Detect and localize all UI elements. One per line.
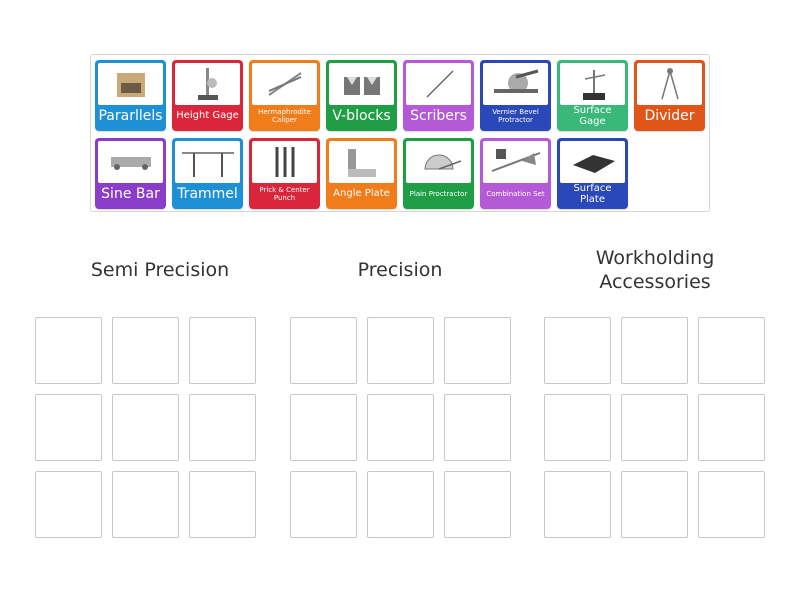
drop-slot-group-3[interactable] [544, 317, 611, 384]
card-surface-gage[interactable]: Surface Gage [557, 60, 628, 131]
drop-slot-group-3[interactable] [544, 394, 611, 461]
card-prick-center-punch[interactable]: Prick & Center Punch [249, 138, 320, 209]
drop-slot-group-2[interactable] [290, 317, 357, 384]
drop-slot-group-2[interactable] [444, 394, 511, 461]
card-label: Sine Bar [101, 186, 160, 203]
drop-slot-group-2[interactable] [444, 317, 511, 384]
angle-plate-image [329, 141, 394, 183]
scribers-image [406, 63, 471, 105]
card-trammel[interactable]: Trammel [172, 138, 243, 209]
drop-slot-group-1[interactable] [112, 317, 179, 384]
card-surface-plate[interactable]: Surface Plate [557, 138, 628, 209]
drop-slot-group-3[interactable] [698, 317, 765, 384]
card-plain-protractor[interactable]: Plain Proctractor [403, 138, 474, 209]
parallels-image [98, 63, 163, 105]
hermaphrodite-caliper-image [252, 63, 317, 105]
card-label: Surface Gage [573, 105, 612, 127]
card-label: Vernier Bevel Protractor [492, 108, 539, 124]
drop-slot-group-3[interactable] [621, 317, 688, 384]
drop-slot-group-3[interactable] [621, 394, 688, 461]
card-combination-set[interactable]: Combination Set [480, 138, 551, 209]
drop-slot-group-2[interactable] [444, 471, 511, 538]
card-label: Scribers [410, 108, 467, 125]
drop-slot-group-3[interactable] [698, 471, 765, 538]
card-v-blocks[interactable]: V-blocks [326, 60, 397, 131]
drop-slot-group-2[interactable] [367, 471, 434, 538]
card-sine-bar[interactable]: Sine Bar [95, 138, 166, 209]
card-scribers[interactable]: Scribers [403, 60, 474, 131]
card-parallels[interactable]: Pararllels [95, 60, 166, 131]
drop-slot-group-1[interactable] [35, 394, 102, 461]
drop-slot-group-1[interactable] [189, 394, 256, 461]
plain-protractor-image [406, 141, 471, 183]
divider-image [637, 63, 702, 105]
card-label: Trammel [177, 186, 238, 203]
prick-center-punch-image [252, 141, 317, 183]
card-divider[interactable]: Divider [634, 60, 705, 131]
card-label: Pararllels [98, 108, 163, 125]
drop-slot-group-3[interactable] [698, 394, 765, 461]
drop-slot-group-1[interactable] [112, 394, 179, 461]
drop-slot-group-1[interactable] [189, 317, 256, 384]
card-label: V-blocks [332, 108, 391, 125]
drop-slot-group-3[interactable] [544, 471, 611, 538]
drop-slot-group-1[interactable] [189, 471, 256, 538]
sine-bar-image [98, 141, 163, 183]
surface-plate-image [560, 141, 625, 183]
drop-slot-group-1[interactable] [112, 471, 179, 538]
card-label: Divider [644, 108, 695, 125]
card-vernier-bevel-protractor[interactable]: Vernier Bevel Protractor [480, 60, 551, 131]
vernier-bevel-protractor-image [483, 63, 548, 105]
card-angle-plate[interactable]: Angle Plate [326, 138, 397, 209]
group-title-workholding-accessories: Workholding Accessories [595, 247, 715, 293]
drop-slot-group-2[interactable] [367, 394, 434, 461]
card-label: Hermaphrodite Caliper [258, 108, 311, 124]
card-label: Height Gage [176, 110, 239, 122]
drop-slot-group-1[interactable] [35, 471, 102, 538]
v-blocks-image [329, 63, 394, 105]
card-label: Surface Plate [573, 183, 612, 205]
height-gage-image [175, 63, 240, 105]
drop-slot-group-2[interactable] [290, 394, 357, 461]
card-label: Plain Proctractor [409, 189, 468, 198]
trammel-image [175, 141, 240, 183]
card-height-gage[interactable]: Height Gage [172, 60, 243, 131]
group-title-semi-precision: Semi Precision [90, 259, 230, 281]
card-label: Prick & Center Punch [259, 186, 310, 202]
surface-gage-image [560, 63, 625, 105]
drop-slot-group-3[interactable] [621, 471, 688, 538]
card-label: Combination Set [486, 189, 545, 198]
group-title-precision: Precision [357, 259, 443, 281]
drop-slot-group-1[interactable] [35, 317, 102, 384]
card-label: Angle Plate [333, 188, 390, 200]
combination-set-image [483, 141, 548, 183]
drop-slot-group-2[interactable] [290, 471, 357, 538]
drop-slot-group-2[interactable] [367, 317, 434, 384]
card-hermaphrodite-caliper[interactable]: Hermaphrodite Caliper [249, 60, 320, 131]
